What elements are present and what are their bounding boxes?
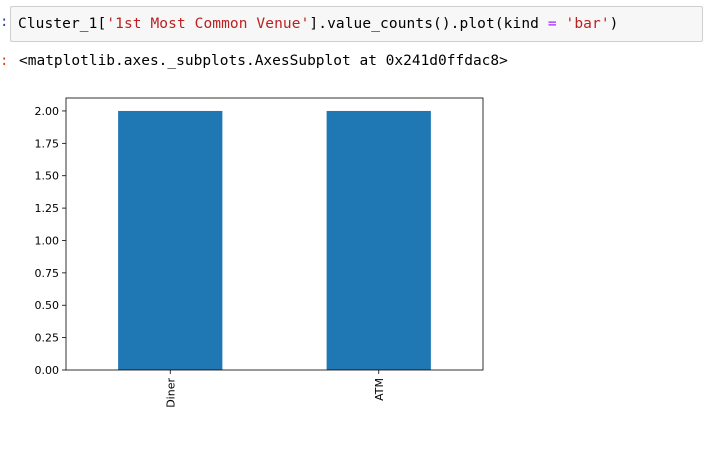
bar-atm <box>326 110 431 370</box>
input-prompt-marker: : <box>0 14 9 30</box>
y-tick-label: 1.50 <box>35 170 60 183</box>
y-tick-label: 0.00 <box>35 364 60 377</box>
code-method-token: ].value_counts().plot(kind <box>309 16 548 32</box>
y-tick-label: 0.75 <box>35 267 60 280</box>
bar-chart-output: Diner ATM 0.00 0.25 0.50 0.75 1.00 1.25 1.50 1.75… <box>0 86 705 451</box>
bar-chart-svg: Diner ATM 0.00 0.25 0.50 0.75 1.00 1.25 1.50 1.75… <box>35 97 484 408</box>
code-object-token: Cluster_1[ <box>18 16 107 32</box>
x-tick-label-atm: ATM <box>373 378 386 401</box>
output-repr-text: <matplotlib.axes._subplots.AxesSubplot a… <box>19 53 508 69</box>
y-tick-label: 2.00 <box>35 105 60 118</box>
y-tick-label: 0.50 <box>35 299 60 312</box>
bar-diner <box>118 110 223 370</box>
y-tick-label: 1.00 <box>35 234 60 247</box>
output-prompt-marker: : <box>0 53 9 69</box>
code-string-token: '1st Most Common Venue' <box>106 16 310 32</box>
y-tick-label: 0.25 <box>35 332 60 345</box>
code-operator-token: = <box>547 16 557 32</box>
code-input-cell[interactable]: Cluster_1['1st Most Common Venue'].value… <box>10 6 703 42</box>
y-tick-label: 1.75 <box>35 137 60 150</box>
code-line[interactable]: Cluster_1['1st Most Common Venue'].value… <box>18 16 619 32</box>
code-argument-token: 'bar' <box>565 16 610 32</box>
code-close-paren-token: ) <box>609 16 619 32</box>
x-tick-label-diner: Diner <box>164 378 177 408</box>
y-tick-label: 1.25 <box>35 202 60 215</box>
